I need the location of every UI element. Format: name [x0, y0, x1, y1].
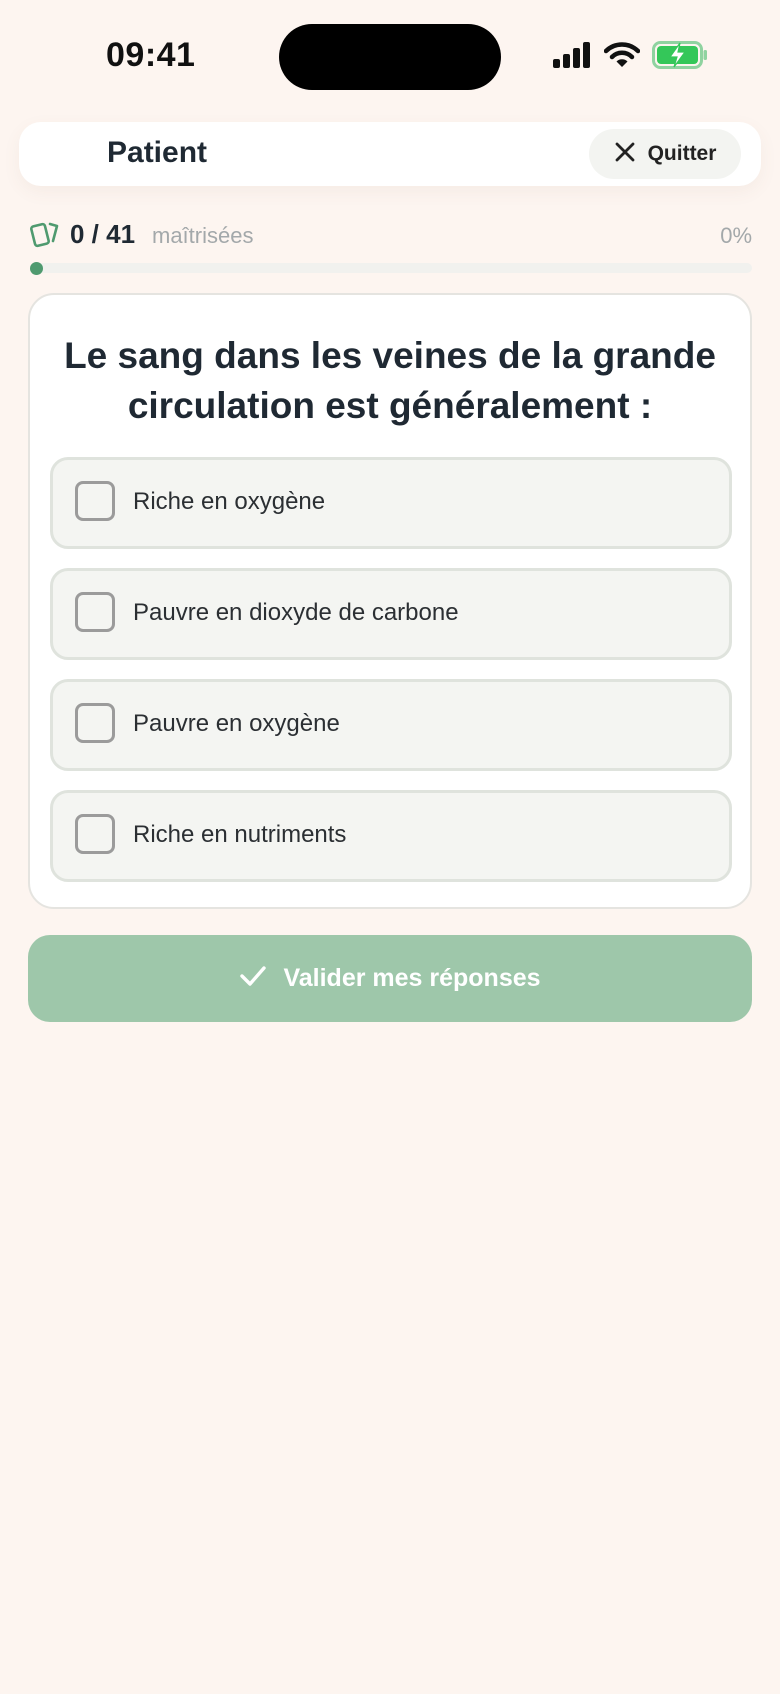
- status-icons: [552, 40, 708, 74]
- close-icon: [614, 141, 636, 168]
- answer-option-label: Riche en oxygène: [133, 488, 326, 515]
- top-bar: Patient Quitter: [19, 122, 761, 186]
- checkbox[interactable]: [75, 814, 115, 854]
- checkbox[interactable]: [75, 481, 115, 521]
- quit-button[interactable]: Quitter: [589, 129, 741, 179]
- progress-indicator: [30, 262, 43, 275]
- dynamic-island: [279, 24, 501, 90]
- deck-title: Patient: [107, 136, 208, 169]
- progress-summary: 0 / 41 maîtrisées 0%: [30, 217, 752, 253]
- answer-option-label: Pauvre en dioxyde de carbone: [133, 599, 459, 626]
- progress-percent: 0%: [720, 223, 752, 248]
- answer-option[interactable]: Pauvre en oxygène: [50, 679, 732, 771]
- question-text: Le sang dans les veines de la grande cir…: [64, 335, 716, 426]
- mastered-count: 0 / 41: [70, 219, 136, 249]
- answer-option[interactable]: Riche en oxygène: [50, 457, 732, 549]
- mastered-label: maîtrisées: [152, 223, 254, 248]
- answer-option[interactable]: Pauvre en dioxyde de carbone: [50, 568, 732, 660]
- signal-icon: [552, 41, 592, 73]
- question-card: Le sang dans les veines de la grande cir…: [28, 293, 752, 909]
- answer-option-label: Riche en nutriments: [133, 821, 347, 848]
- wifi-icon: [603, 41, 641, 74]
- checkbox[interactable]: [75, 592, 115, 632]
- quit-label: Quitter: [647, 142, 717, 165]
- battery-charging-icon: [652, 40, 708, 75]
- checkbox[interactable]: [75, 703, 115, 743]
- answer-option[interactable]: Riche en nutriments: [50, 790, 732, 882]
- checkmark-icon: [239, 965, 267, 992]
- progress-bar: [30, 262, 752, 275]
- validate-label: Valider mes réponses: [283, 964, 541, 992]
- validate-answers-button[interactable]: Valider mes réponses: [28, 935, 752, 1022]
- cards-icon: [30, 219, 60, 254]
- status-time: 09:41: [106, 36, 196, 74]
- status-bar: 09:41: [0, 0, 780, 110]
- answer-option-label: Pauvre en oxygène: [133, 710, 340, 737]
